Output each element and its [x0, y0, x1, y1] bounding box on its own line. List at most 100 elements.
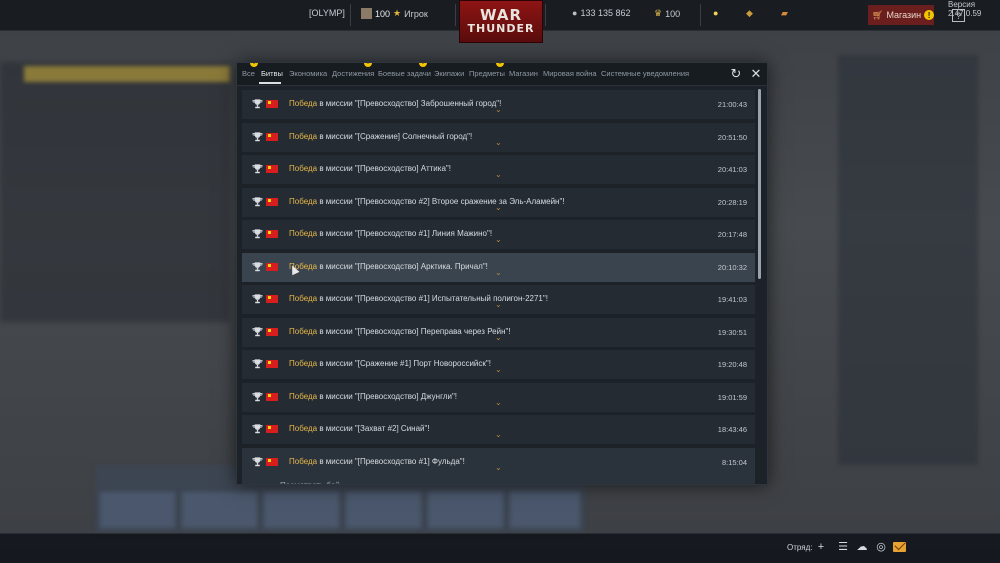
trophy-icon [252, 164, 263, 174]
version-label: Версия 2.47.0.59 [948, 0, 982, 18]
battle-notification-row[interactable]: Победа в миссии "[Превосходство #1] Фуль… [242, 447, 755, 485]
eagle-icon: ♛ [654, 8, 663, 18]
chevron-down-icon[interactable]: ⌄ [495, 138, 502, 146]
victory-label: Победа [289, 294, 318, 303]
china-flag-icon [266, 197, 278, 206]
battle-result-text: Победа в миссии "[Превосходство #1] Лини… [289, 229, 492, 238]
tab-label: Экономика [289, 69, 328, 78]
battle-time: 19:01:59 [717, 392, 747, 402]
chevron-down-icon[interactable]: ⌄ [495, 203, 502, 211]
chevron-down-icon[interactable]: ⌄ [495, 301, 502, 309]
battle-time: 19:20:48 [717, 360, 747, 369]
coupon-icon[interactable]: ▰ [781, 8, 788, 19]
battle-notification-row[interactable]: Победа в миссии "[Превосходство #1] Испы… [242, 285, 755, 314]
tab-shop[interactable]: Магазин [509, 69, 538, 78]
battle-notification-row[interactable]: Победа в миссии "[Превосходство #1] Лини… [242, 220, 755, 249]
battle-notification-row[interactable]: Победа в миссии "[Превосходство] Джунгли… [242, 382, 755, 412]
chevron-down-icon[interactable]: ⌄ [495, 431, 502, 439]
background-vehicle-slot [264, 492, 339, 528]
lightbulb-icon[interactable]: ● [713, 8, 718, 18]
silver-lions[interactable]: ● 133 135 862 [572, 8, 631, 18]
trophy-icon [252, 196, 263, 206]
tab-all[interactable]: Все ! [242, 63, 258, 78]
battle-time: 8:15:04 [721, 457, 747, 467]
tab-system-notifications[interactable]: Системные уведомления [601, 69, 689, 78]
chevron-down-icon[interactable]: ⌄ [495, 398, 502, 406]
list-icon[interactable]: ☰ [837, 541, 849, 553]
view-battle-link[interactable]: Посмотреть бой [280, 481, 340, 485]
tab-label: Мировая война [543, 69, 597, 78]
divider [350, 4, 351, 26]
battle-result-text: Победа в миссии "[Превосходство] Джунгли… [289, 392, 457, 401]
china-flag-icon [266, 360, 278, 368]
china-flag-icon [266, 295, 278, 303]
china-flag-icon [266, 392, 278, 401]
divider [700, 4, 701, 26]
battle-notification-row[interactable]: Победа в миссии "[Сражение #1] Порт Ново… [242, 350, 755, 379]
medal-icon[interactable]: ◆ [746, 8, 753, 19]
tab-items[interactable]: Предметы ! [469, 63, 505, 78]
trophy-icon [252, 99, 263, 109]
battle-time: 19:41:03 [717, 295, 747, 304]
player-profile[interactable]: 100 ★ Игрок [361, 8, 428, 19]
china-flag-icon [266, 132, 278, 141]
divider [455, 4, 456, 26]
battle-notification-row[interactable]: Победа в миссии "[Превосходство] Аттика"… [242, 155, 755, 184]
tab-label: Предметы [469, 69, 505, 78]
player-level: 100 [375, 8, 391, 19]
china-flag-icon [266, 165, 278, 173]
victory-label: Победа [289, 196, 318, 206]
tab-crews[interactable]: Экипажи [434, 69, 464, 78]
battle-time: 20:10:32 [717, 262, 747, 272]
logo-text-thunder: THUNDER [467, 22, 535, 35]
divider [545, 4, 546, 26]
trophy-icon [252, 424, 263, 434]
tab-battles[interactable]: Битвы [261, 69, 283, 78]
china-flag-icon [266, 262, 278, 271]
battle-notification-row[interactable]: Победа в миссии "[Сражение] Солнечный го… [242, 122, 755, 152]
battle-time: 20:51:50 [717, 132, 747, 142]
china-flag-icon [266, 425, 278, 433]
notifications-window: Все ! Битвы Экономика Достижения ! Боевы… [236, 62, 768, 485]
battle-result-text: Победа в миссии "[Превосходство] Арктика… [289, 262, 488, 271]
scrollbar[interactable] [758, 89, 761, 279]
chevron-down-icon[interactable]: ⌄ [495, 236, 502, 244]
battle-time: 18:43:46 [717, 425, 747, 434]
shop-button[interactable]: 🛒︎ Магазин ! [868, 5, 934, 25]
chevron-down-icon[interactable]: ⌄ [495, 106, 502, 114]
victory-label: Победа [289, 456, 318, 466]
add-squad-icon[interactable]: + [815, 541, 827, 553]
golden-eagles[interactable]: ♛ 100 [654, 8, 680, 19]
battle-notification-row[interactable]: Победа в миссии "[Превосходство] Арктика… [242, 252, 755, 282]
battle-time: 21:00:43 [717, 100, 747, 109]
chevron-down-icon[interactable]: ⌄ [495, 171, 502, 179]
star-icon: ★ [393, 8, 402, 18]
chat-icon[interactable]: ◎ [875, 541, 887, 553]
chevron-down-icon[interactable]: ⌄ [495, 268, 502, 276]
chevron-down-icon[interactable]: ⌄ [495, 333, 502, 341]
mission-text: в миссии "[Превосходство] Заброшенный го… [317, 99, 502, 108]
trophy-icon [252, 294, 263, 304]
close-icon[interactable]: ✕ [749, 67, 763, 81]
victory-label: Победа [289, 424, 318, 433]
battle-time: 20:28:19 [717, 197, 747, 207]
mission-text: в миссии "[Превосходство #1] Линия Мажин… [317, 229, 493, 238]
tab-label: Экипажи [434, 69, 465, 78]
battle-notification-row[interactable]: Победа в миссии "[Превосходство #2] Втор… [242, 187, 755, 217]
tab-world-war[interactable]: Мировая война [543, 69, 597, 78]
mission-text: в миссии "[Захват #2] Синай"! [317, 424, 430, 433]
chevron-down-icon[interactable]: ⌄ [495, 463, 502, 471]
tab-economy[interactable]: Экономика [289, 69, 327, 78]
mail-icon[interactable] [893, 542, 906, 552]
chevron-down-icon[interactable]: ⌄ [495, 366, 502, 374]
battle-result-text: Победа в миссии "[Превосходство] Перепра… [289, 327, 511, 336]
mission-text: в миссии "[Превосходство #1] Испытательн… [317, 294, 548, 303]
battle-notification-row[interactable]: Победа в миссии "[Превосходство] Заброше… [242, 90, 755, 119]
battle-notification-row[interactable]: Победа в миссии "[Захват #2] Синай"! 18:4… [242, 415, 755, 444]
refresh-icon[interactable]: ↻ [729, 67, 743, 81]
tab-battle-tasks[interactable]: Боевые задачи ! [378, 63, 431, 78]
tab-achievements[interactable]: Достижения ! [332, 63, 374, 78]
contacts-icon[interactable]: ☁ [856, 541, 868, 553]
mission-text: в миссии "[Превосходство] Джунгли"! [317, 391, 458, 401]
battle-notification-row[interactable]: Победа в миссии "[Превосходство] Перепра… [242, 317, 755, 347]
